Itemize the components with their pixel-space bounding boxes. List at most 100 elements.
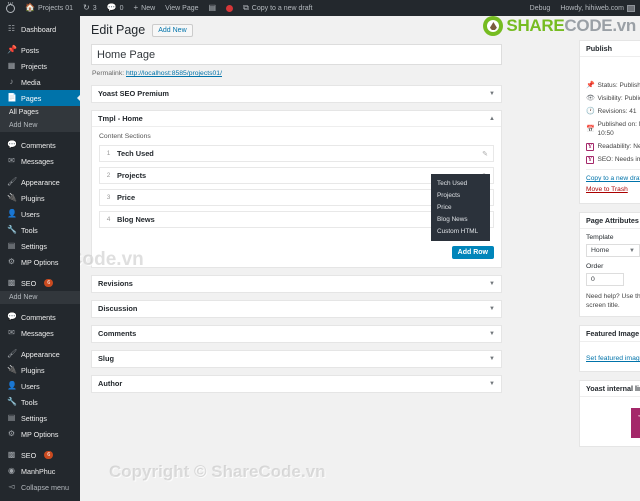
sidebar-item-comments-2[interactable]: 💬 Comments [0, 309, 80, 325]
template-select[interactable]: Home ▼ [586, 244, 640, 257]
brush-icon: 🖌 [7, 177, 18, 186]
adminbar-site-name[interactable]: 🏠 Projects 01 [20, 0, 78, 16]
adminbar-updates[interactable]: ↻ 3 [78, 0, 102, 16]
metabox-header[interactable]: Comments ▼ [92, 326, 501, 342]
metabox-header[interactable]: Author ▼ [92, 376, 501, 392]
permalink-link[interactable]: http://localhost:8585/projects01/ [126, 70, 222, 77]
adminbar-rec-indicator[interactable] [221, 0, 238, 16]
row-left: 1 Tech Used [105, 149, 154, 158]
chevron-down-icon[interactable]: ▼ [489, 331, 495, 337]
pencil-icon[interactable]: ✎ [482, 150, 488, 158]
sidebar-item-messages-2[interactable]: ✉ Messages [0, 325, 80, 341]
chevron-down-icon[interactable]: ▼ [489, 381, 495, 387]
content-section-row[interactable]: 1 Tech Used ✎ [99, 145, 494, 162]
adminbar-comments[interactable]: 💬 0 [102, 0, 129, 16]
adminbar-debug[interactable]: Debug [525, 0, 556, 16]
adminbar-view-page[interactable]: View Page [160, 0, 203, 16]
sidebar-item-label: Messages [21, 328, 54, 338]
sidebar-item-messages[interactable]: ✉ Messages [0, 153, 80, 169]
sidebar-item-add-new-page[interactable]: Add New [0, 119, 80, 132]
sidebar-item-mp-options[interactable]: ⚙ MP Options [0, 254, 80, 270]
adminbar-account[interactable]: Howdy, hihiweb.com [555, 0, 640, 16]
sidebar-item-seo[interactable]: ▩ SEO 6 [0, 275, 80, 291]
sidebar-item-pages[interactable]: 📄 Pages [0, 90, 80, 106]
sidebar-item-tools-2[interactable]: 🔧 Tools [0, 394, 80, 410]
sidebar-item-label: Posts [21, 45, 39, 55]
featured-image-title: Featured Image [586, 329, 640, 338]
order-label: Order [586, 263, 604, 270]
publish-box-header[interactable]: Publish ▲ [580, 41, 640, 57]
sidebar-item-add-new-seo[interactable]: Add New [0, 291, 80, 304]
metabox-header[interactable]: Discussion ▼ [92, 301, 501, 317]
row-number: 1 [106, 150, 111, 157]
chevron-up-icon[interactable]: ▲ [489, 116, 495, 122]
metabox-revisions: Revisions ▼ [91, 275, 502, 293]
post-title-input[interactable]: Home Page [91, 44, 502, 65]
chevron-down-icon[interactable]: ▼ [489, 356, 495, 362]
metabox-yoast-seo-premium: Yoast SEO Premium ▼ [91, 85, 502, 103]
dropdown-option-custom-html[interactable]: Custom HTML [431, 226, 490, 238]
metabox-header[interactable]: Yoast SEO Premium ▼ [92, 86, 501, 102]
seo-icon: ▩ [7, 450, 16, 459]
sidebar-item-plugins[interactable]: 🔌 Plugins [0, 190, 80, 206]
sidebar-item-mp-options-2[interactable]: ⚙ MP Options [0, 426, 80, 442]
metabox-header[interactable]: Slug ▼ [92, 351, 501, 367]
dropdown-option-blog-news[interactable]: Blog News [431, 214, 490, 226]
page-attributes-header[interactable]: Page Attributes ▲ [580, 213, 640, 229]
yoast-linking-header[interactable]: Yoast internal linking ▲ [580, 381, 640, 397]
chevron-down-icon[interactable]: ▼ [489, 281, 495, 287]
dropdown-option-price[interactable]: Price [431, 201, 490, 213]
adminbar-wp-logo[interactable] [0, 0, 20, 16]
metabox-header[interactable]: Revisions ▼ [92, 276, 501, 292]
sidebar-item-settings[interactable]: ▤ Settings [0, 238, 80, 254]
row-title: Price [117, 193, 136, 202]
set-featured-image-link[interactable]: Set featured image [586, 355, 640, 362]
user-circle-icon: ◉ [8, 466, 15, 475]
sidebar-item-projects[interactable]: ▦ Projects [0, 58, 80, 74]
dropdown-option-tech-used[interactable]: Tech Used [431, 177, 490, 189]
move-to-trash-link[interactable]: Move to Trash [586, 186, 640, 193]
content-sections-label: Content Sections [99, 133, 151, 140]
sidebar-item-media[interactable]: ♪ Media [0, 74, 80, 90]
yoast-linking-body: Y [580, 397, 640, 446]
tools-icon: 🔧 [7, 225, 17, 234]
adminbar-new-content[interactable]: + New [128, 0, 160, 16]
sidebar-item-all-pages[interactable]: All Pages [0, 106, 80, 119]
sidebar-item-label: Projects [21, 61, 47, 71]
sidebar-item-seo-2[interactable]: ▩ SEO 6 [0, 447, 80, 463]
permalink-label: Permalink: [92, 70, 125, 77]
metabox-header[interactable]: Tmpl - Home ▲ [92, 111, 501, 127]
add-row-dropdown-menu[interactable]: Tech Used Projects Price Blog News Custo… [431, 174, 490, 241]
comment-icon: 💬 [7, 140, 17, 149]
sidebar-item-users[interactable]: 👤 Users [0, 206, 80, 222]
adminbar-seo-menu[interactable]: ▤ [204, 0, 222, 16]
sidebar-item-comments[interactable]: 💬 Comments [0, 137, 80, 153]
brush-icon: 🖌 [7, 349, 18, 358]
sidebar-item-dashboard[interactable]: ☷ Dashboard [0, 21, 80, 37]
order-input[interactable]: 0 [586, 273, 624, 286]
sidebar-item-manhphuc[interactable]: ◉ ManhPhuc [0, 463, 80, 479]
sidebar-item-plugins-2[interactable]: 🔌 Plugins [0, 362, 80, 378]
adminbar-copy-draft[interactable]: ⧉ Copy to a new draft [238, 0, 317, 16]
sidebar-collapse-menu[interactable]: ◅ Collapse menu [0, 479, 80, 495]
adminbar-view-page-label: View Page [165, 4, 199, 12]
sidebar-item-appearance[interactable]: 🖌 Appearance [0, 174, 80, 190]
add-new-button[interactable]: Add New [152, 23, 193, 37]
chevron-down-icon[interactable]: ▼ [489, 306, 495, 312]
dropdown-option-projects[interactable]: Projects [431, 189, 490, 201]
copy-to-new-draft-link[interactable]: Copy to a new draft [586, 175, 640, 182]
sidebar-item-posts[interactable]: 📌 Posts [0, 42, 80, 58]
metabox-discussion: Discussion ▼ [91, 300, 502, 318]
dashboard-icon: ☷ [7, 24, 16, 33]
sidebar-item-appearance-2[interactable]: 🖌 Appearance [0, 346, 80, 362]
page-title: Edit Page [91, 23, 146, 37]
sidebar-item-users-2[interactable]: 👤 Users [0, 378, 80, 394]
chevron-down-icon[interactable]: ▼ [489, 91, 495, 97]
sidebar-item-tools[interactable]: 🔧 Tools [0, 222, 80, 238]
row-number: 2 [106, 172, 111, 179]
add-row-button[interactable]: Add Row [451, 246, 494, 259]
chevron-down-icon: ▼ [629, 247, 635, 254]
featured-image-header[interactable]: Featured Image ▲ [580, 326, 640, 342]
sharecode-logo-text: SHARECODE.vn [506, 16, 636, 36]
sidebar-item-settings-2[interactable]: ▤ Settings [0, 410, 80, 426]
